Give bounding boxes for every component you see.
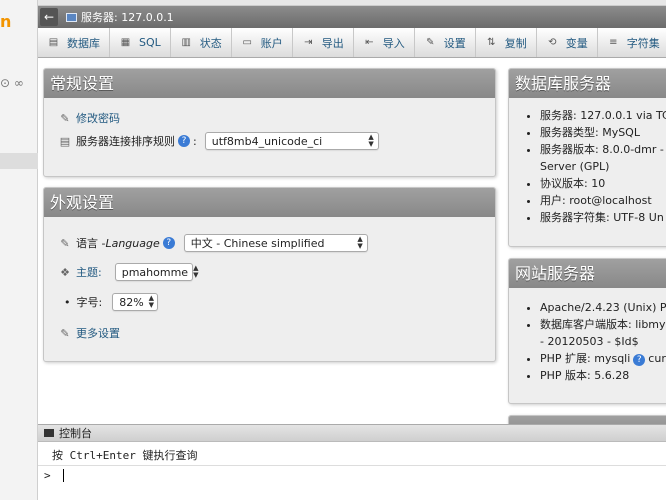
appearance-settings-panel: 外观设置 ✎ 语言 - Language ? 中文 - Chinese simp… — [43, 187, 496, 362]
password-icon: ✎ — [60, 111, 70, 125]
list-item: PHP 版本: 5.6.28 — [540, 367, 666, 384]
accounts-icon: ▭ — [242, 37, 252, 48]
wrench-icon: ✎ — [60, 326, 70, 340]
tab-replication[interactable]: ⇅ 复制 — [476, 28, 537, 57]
tab-charsets[interactable]: ≡ 字符集 — [598, 28, 666, 57]
nav-selected-item[interactable] — [0, 153, 38, 169]
language-italic-label: Language — [105, 236, 160, 250]
list-item: Apache/2.4.23 (Unix) PHP — [540, 299, 666, 316]
panel-title: 常规设置 — [44, 69, 495, 98]
variables-icon: ⟲ — [548, 37, 557, 48]
collapse-nav-button[interactable]: ← — [40, 8, 58, 26]
select-arrows-icon: ▲ ▼ — [368, 133, 374, 148]
console-hint: 按 Ctrl+Enter 键执行查询 — [52, 449, 198, 462]
console-icon — [44, 429, 54, 437]
fontsize-select[interactable]: 82% ▲ ▼ — [112, 293, 159, 311]
import-icon: ⇤ — [365, 37, 374, 48]
list-item: Server (GPL) — [540, 160, 610, 173]
panel-title: 数据库服务器 — [509, 69, 666, 98]
theme-link[interactable]: 主题: — [76, 264, 102, 280]
select-arrows-icon: ▲ ▼ — [193, 264, 199, 279]
language-icon: ✎ — [60, 236, 70, 250]
tab-import[interactable]: ⇤ 导入 — [354, 28, 415, 57]
panel-title: 外观设置 — [44, 188, 495, 217]
theme-select[interactable]: pmahomme ▲ ▼ — [114, 263, 198, 281]
list-item: - 20120503 - $Id$ — [540, 335, 639, 348]
server-breadcrumb: ← 服务器: 127.0.0.1 — [38, 6, 666, 28]
collation-colon: : — [193, 134, 197, 148]
status-icon: ▥ — [181, 37, 191, 48]
tab-sql[interactable]: ▦ SQL — [110, 28, 171, 57]
general-settings-panel: 常规设置 ✎ 修改密码 ▤ 服务器连接排序规则 ? : utf8mb4_unic… — [43, 68, 496, 177]
tab-export[interactable]: ⇥ 导出 — [293, 28, 354, 57]
select-arrows-icon: ▲ ▼ — [148, 294, 155, 309]
list-item: 数据库客户端版本: libmys — [540, 316, 666, 333]
sql-icon: ▦ — [120, 37, 131, 48]
tab-settings[interactable]: ✎ 设置 — [415, 28, 476, 57]
list-item: 服务器: 127.0.0.1 via TCP — [540, 107, 666, 124]
fontsize-label: 字号: — [76, 296, 103, 309]
help-icon[interactable]: ? — [633, 354, 646, 366]
navigation-panel: n ⊙ ∞ — [0, 0, 38, 500]
change-password-link[interactable]: 修改密码 — [76, 110, 120, 126]
theme-icon: ❖ — [60, 265, 70, 279]
more-settings-link[interactable]: 更多设置 — [76, 325, 120, 341]
language-label: 语言 - — [76, 237, 106, 250]
language-select[interactable]: 中文 - Chinese simplified ▲ ▼ — [183, 234, 368, 252]
logo-fragment[interactable]: n — [0, 12, 11, 31]
console-panel: 控制台 按 Ctrl+Enter 键执行查询 > — [38, 424, 666, 500]
server-title[interactable]: 服务器: 127.0.0.1 — [81, 9, 174, 25]
list-item: 服务器字符集: UTF-8 Un — [540, 209, 666, 226]
bullet-icon: • — [64, 295, 71, 309]
tab-accounts[interactable]: ▭ 账户 — [232, 28, 293, 57]
console-toggle[interactable]: 控制台 — [38, 425, 666, 442]
console-title: 控制台 — [59, 427, 92, 440]
database-server-panel: 数据库服务器 服务器: 127.0.0.1 via TCP 服务器类型: MyS… — [508, 68, 666, 247]
tab-databases[interactable]: ▤ 数据库 — [38, 28, 110, 57]
list-icon: ▤ — [59, 134, 71, 148]
help-icon[interactable]: ? — [162, 237, 175, 249]
tab-variables[interactable]: ⟲ 变量 — [537, 28, 598, 57]
list-item: 服务器版本: 8.0.0-dmr - — [540, 141, 666, 158]
list-item: PHP 扩展: mysqli?cur — [540, 350, 666, 367]
select-arrows-icon: ▲ ▼ — [357, 235, 363, 250]
charset-icon: ≡ — [609, 37, 618, 48]
collation-select[interactable]: utf8mb4_unicode_ci ▲ ▼ — [204, 132, 379, 150]
export-icon: ⇥ — [304, 37, 313, 48]
list-item: 协议版本: 10 — [540, 175, 666, 192]
replication-icon: ⇅ — [487, 37, 496, 48]
web-server-panel: 网站服务器 Apache/2.4.23 (Unix) PHP 数据库客户端版本:… — [508, 258, 666, 404]
text-cursor — [62, 469, 64, 482]
collation-label: 服务器连接排序规则 — [76, 135, 175, 148]
list-item: 服务器类型: MySQL — [540, 124, 666, 141]
prompt-symbol: > — [44, 469, 51, 482]
nav-link-icons[interactable]: ⊙ ∞ — [0, 76, 24, 90]
database-icon: ▤ — [48, 37, 59, 48]
console-input[interactable]: > — [38, 465, 666, 485]
server-icon — [66, 12, 77, 22]
help-icon[interactable]: ? — [178, 135, 190, 147]
list-item: 用户: root@localhost — [540, 192, 666, 209]
main-tab-menu: ▤ 数据库 ▦ SQL ▥ 状态 ▭ 账户 ⇥ 导出 ⇤ 导入 ✎ 设置 ⇅ 复制 ⟲ 变量 ≡ 字… — [38, 28, 666, 58]
panel-title: 网站服务器 — [509, 259, 666, 288]
settings-icon: ✎ — [426, 37, 435, 48]
tab-status[interactable]: ▥ 状态 — [171, 28, 232, 57]
